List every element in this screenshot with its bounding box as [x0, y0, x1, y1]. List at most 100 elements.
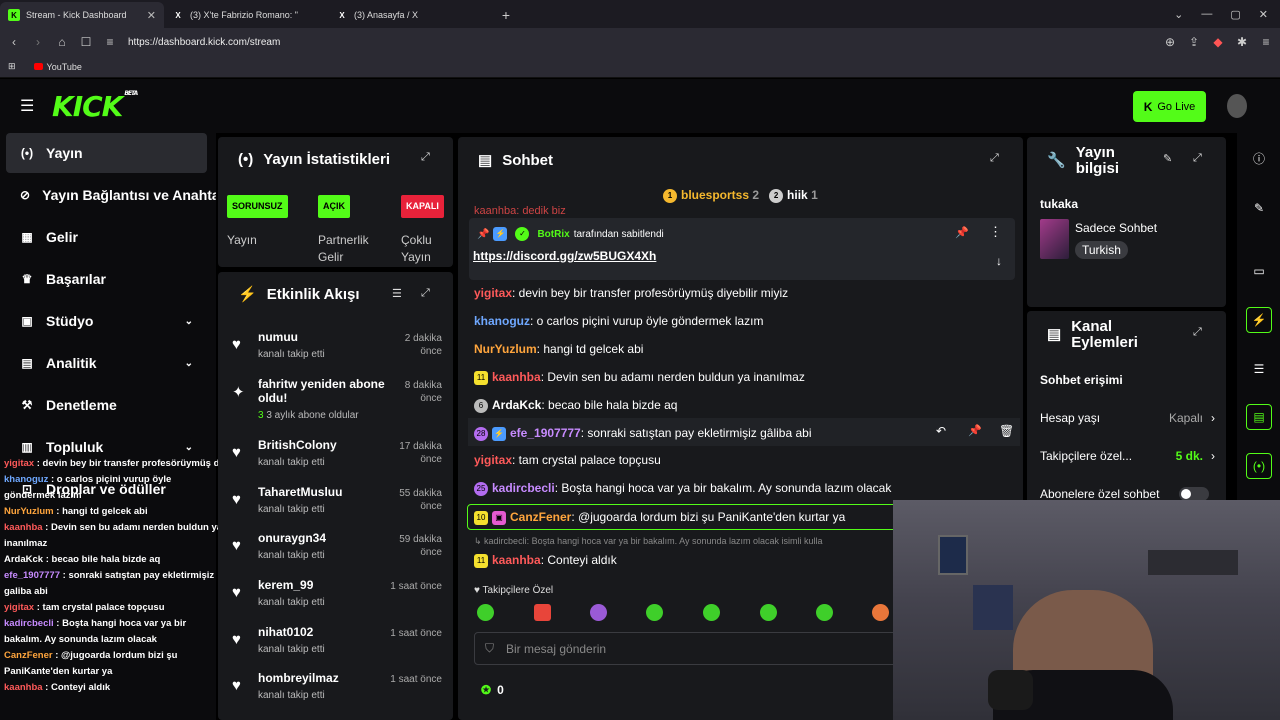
- home-icon[interactable]: ⌂: [56, 35, 68, 49]
- heart-icon: ♥: [232, 336, 241, 353]
- menu-icon[interactable]: ≡: [1260, 35, 1272, 49]
- lightning-icon[interactable]: ⚡: [1246, 307, 1272, 333]
- emote-icon[interactable]: [760, 604, 777, 621]
- heart-icon: ♥: [232, 631, 241, 648]
- activity-item: ♥ numuu kanalı takip etti 2 dakika önce: [232, 330, 442, 360]
- kick-logo[interactable]: KICK BETA: [52, 90, 138, 123]
- panel-header: (•) Yayın İstatistikleri: [238, 151, 390, 168]
- tab-title: Stream - Kick Dashboard: [26, 10, 127, 20]
- sidebar-item-studio[interactable]: ▣ Stüdyo ⌄: [6, 301, 207, 341]
- info-icon[interactable]: ⓘ: [1246, 145, 1272, 171]
- chat-icon[interactable]: ▤: [1246, 404, 1272, 430]
- expand-icon[interactable]: ⤢: [1193, 326, 1202, 339]
- minimize-icon[interactable]: —: [1201, 8, 1212, 20]
- category-thumbnail: [1040, 219, 1069, 259]
- expand-icon[interactable]: ⤢: [421, 151, 430, 164]
- heart-icon: ♥: [474, 585, 483, 596]
- chat-message: yigitax: devin bey bir transfer profesör…: [474, 286, 789, 300]
- bookmark-youtube[interactable]: YouTube: [33, 62, 82, 72]
- sidebar-item-moderation[interactable]: ⚒ Denetleme: [6, 385, 207, 425]
- heart-icon: ♥: [232, 537, 241, 554]
- pinned-link[interactable]: https://discord.gg/zw5BUGX4Xh: [473, 249, 656, 263]
- pinned-message: 📌 ⚡ ✓ BotRix tarafından sabitlendi https…: [469, 218, 1015, 280]
- top-gifter-1[interactable]: 1 bluesportss 2: [663, 188, 759, 203]
- maximize-icon[interactable]: ▢: [1230, 8, 1240, 21]
- tab-x-fabrizio[interactable]: X (3) X'te Fabrizio Romano: ": [164, 2, 328, 28]
- extension-shield-icon[interactable]: ◆: [1212, 35, 1224, 49]
- setting-followers-only[interactable]: Takipçilere özel... 5 dk. ›: [1040, 449, 1215, 463]
- share-icon[interactable]: ⇪: [1188, 35, 1200, 49]
- pencil-icon[interactable]: ✎: [1246, 195, 1272, 221]
- back-icon[interactable]: ‹: [8, 35, 20, 49]
- hamburger-menu-icon[interactable]: ☰: [20, 96, 34, 116]
- top-gifter-2[interactable]: 2 hiik 1: [769, 188, 818, 203]
- video-icon[interactable]: ▭: [1246, 258, 1272, 284]
- go-live-button[interactable]: K Go Live: [1133, 91, 1206, 122]
- more-options-icon[interactable]: ⋮: [989, 224, 1002, 240]
- tab-list-icon[interactable]: ⌄: [1174, 8, 1183, 21]
- lightning-icon: ⚡: [238, 286, 257, 303]
- tab-title: (3) Anasayfa / X: [354, 10, 419, 20]
- reply-icon[interactable]: ↶: [936, 424, 946, 438]
- zoom-icon[interactable]: ⊕: [1164, 35, 1176, 49]
- emote-icon[interactable]: [534, 604, 551, 621]
- emote-icon[interactable]: [872, 604, 889, 621]
- bookmark-icon[interactable]: ☐: [80, 35, 92, 49]
- emote-icon[interactable]: [703, 604, 720, 621]
- reply-preview: ↳ kadircbecli: Boşta hangi hoca var ya b…: [474, 536, 823, 546]
- chevron-down-icon: ⌄: [184, 357, 193, 369]
- setting-account-age[interactable]: Hesap yaşı Kapalı ›: [1040, 411, 1215, 425]
- chat-message: yigitax: tam crystal palace topçusu: [474, 453, 661, 467]
- pin-icon: 📌: [477, 228, 490, 240]
- chevron-down-icon: ⌄: [184, 441, 193, 453]
- sidebar-item-analytics[interactable]: ▤ Analitik ⌄: [6, 343, 207, 383]
- broadcast-icon: (•): [238, 151, 254, 168]
- panel-title: Yayın İstatistikleri: [263, 151, 390, 168]
- arrow-down-icon[interactable]: ↓: [996, 254, 1002, 268]
- emote-icon[interactable]: [477, 604, 494, 621]
- channel-points[interactable]: ✪ 0: [481, 683, 504, 697]
- points-icon: ✪: [481, 683, 492, 697]
- apps-grid-icon[interactable]: ⊞: [8, 61, 16, 72]
- emote-icon[interactable]: [590, 604, 607, 621]
- go-live-label: Go Live: [1157, 100, 1196, 113]
- webcam-overlay: [893, 500, 1280, 720]
- expand-icon[interactable]: ⤢: [421, 287, 430, 300]
- expand-icon[interactable]: ⤢: [990, 152, 999, 165]
- list-icon[interactable]: ☰: [1246, 356, 1272, 382]
- sidebar-item-stream[interactable]: (•) Yayın: [6, 133, 207, 173]
- sub-badge-icon: ⚡: [492, 426, 506, 441]
- filter-icon[interactable]: ☰: [392, 287, 402, 300]
- overlay-chat-line: yigitax : devin bey bir transfer profesö…: [4, 458, 225, 469]
- site-info-icon[interactable]: ≡: [104, 35, 116, 49]
- sidebar-item-revenue[interactable]: ▦ Gelir: [6, 217, 207, 257]
- sidebar-item-stream-key[interactable]: ⊘ Yayın Bağlantısı ve Anahtarı: [6, 175, 216, 215]
- category-label: Sadece Sohbet: [1075, 221, 1158, 235]
- bot-badge-icon: ⚡: [493, 227, 508, 241]
- user-avatar[interactable]: [1227, 94, 1247, 118]
- new-tab-button[interactable]: +: [492, 2, 520, 28]
- stream-title: tukaka: [1040, 197, 1079, 211]
- pin-message-icon[interactable]: 📌: [968, 424, 982, 437]
- forward-icon[interactable]: ›: [32, 35, 44, 49]
- expand-icon[interactable]: ⤢: [1193, 152, 1202, 165]
- chat-message: 10 ▣ CanzFener: @jugoarda lordum bizi şu P…: [474, 510, 845, 525]
- subscribers-only-toggle[interactable]: [1179, 487, 1209, 501]
- sidebar-item-achievements[interactable]: ♛ Başarılar: [6, 259, 207, 299]
- emote-icon[interactable]: [646, 604, 663, 621]
- sidebar-item-label: Denetleme: [46, 397, 117, 413]
- close-window-icon[interactable]: ✕: [1259, 8, 1268, 21]
- broadcast-icon[interactable]: (•): [1246, 453, 1272, 479]
- edit-icon[interactable]: ✎: [1163, 152, 1172, 165]
- pin-icon[interactable]: 📌: [955, 226, 969, 239]
- community-icon: ▥: [21, 440, 33, 454]
- close-tab-icon[interactable]: ✕: [147, 9, 156, 22]
- extensions-icon[interactable]: ✱: [1236, 35, 1248, 49]
- emote-icon[interactable]: [816, 604, 833, 621]
- tab-x-home[interactable]: X (3) Anasayfa / X: [328, 2, 492, 28]
- tab-title: (3) X'te Fabrizio Romano: ": [190, 10, 298, 20]
- tab-kick-dashboard[interactable]: K Stream - Kick Dashboard ✕: [0, 2, 164, 28]
- chat-input[interactable]: ⛉ Bir mesaj gönderin: [474, 632, 904, 665]
- address-field[interactable]: https://dashboard.kick.com/stream: [128, 37, 1152, 48]
- delete-icon[interactable]: 🗑: [999, 424, 1014, 438]
